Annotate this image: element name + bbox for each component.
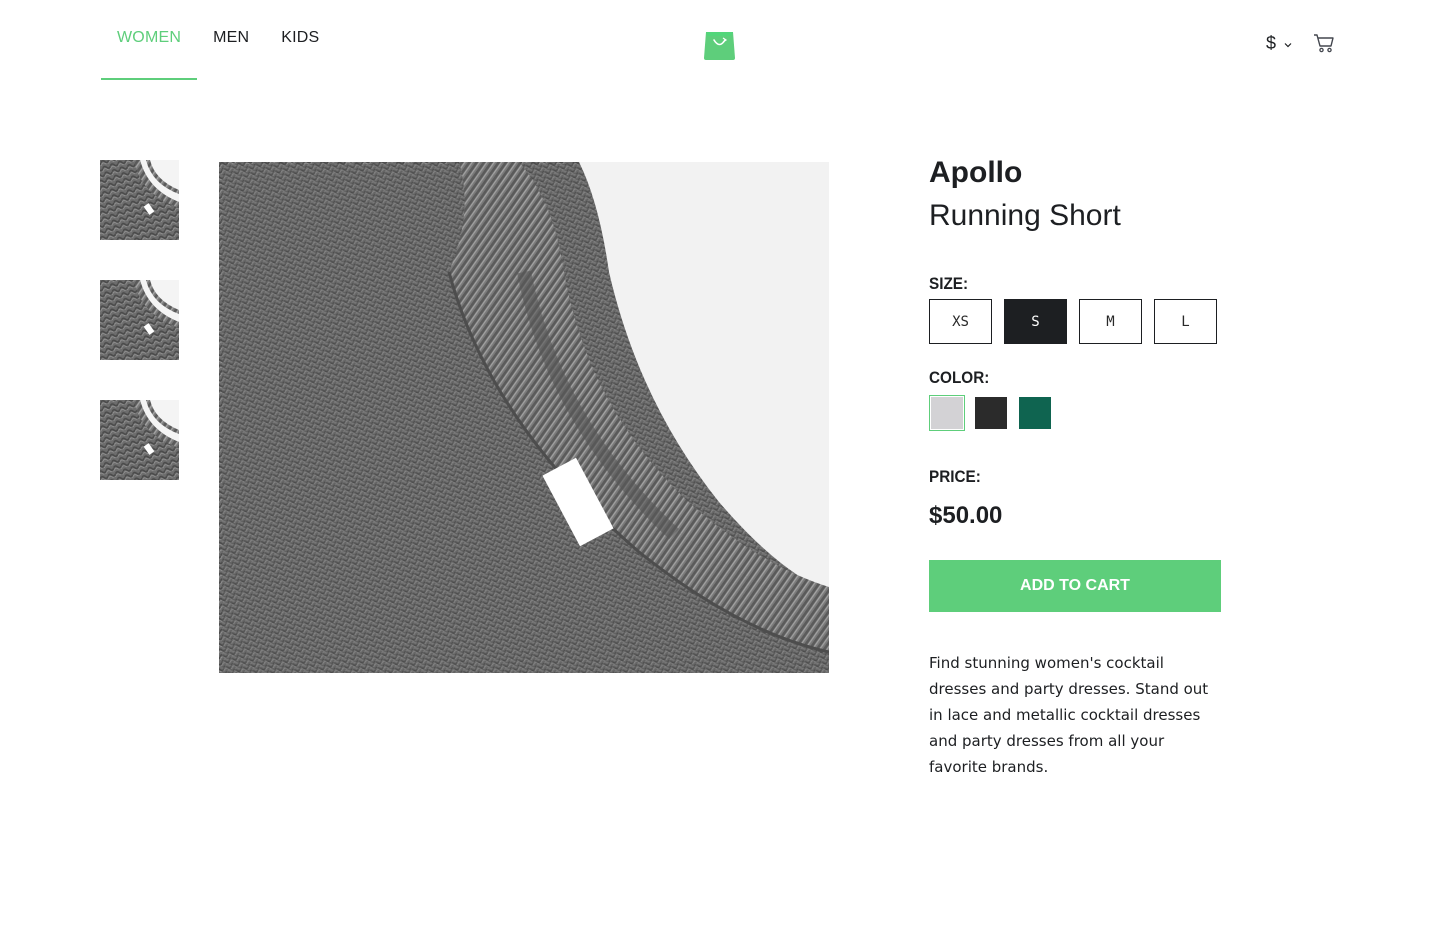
- nav-item-kids[interactable]: KIDS: [265, 0, 335, 80]
- color-swatch-fill: [931, 397, 963, 429]
- chevron-down-icon: [1284, 43, 1292, 48]
- header-actions: $: [1266, 31, 1335, 55]
- category-nav: WOMEN MEN KIDS: [101, 0, 335, 80]
- shopping-bag-icon[interactable]: [703, 27, 736, 60]
- product-description: Find stunning women's cocktail dresses a…: [929, 654, 1209, 776]
- add-to-cart-button[interactable]: ADD TO CART: [929, 560, 1221, 612]
- color-swatch-black[interactable]: [973, 395, 1009, 431]
- product-main-image: [219, 162, 829, 673]
- product-thumbnail[interactable]: [100, 280, 179, 360]
- color-swatch-fill: [1019, 397, 1051, 429]
- color-label: COLOR:: [929, 368, 990, 387]
- product-name: Running Short: [929, 199, 1121, 232]
- currency-symbol: $: [1266, 32, 1277, 53]
- product-price: $50.00: [929, 502, 1003, 529]
- size-option-m[interactable]: M: [1079, 299, 1142, 344]
- nav-item-men[interactable]: MEN: [197, 0, 265, 80]
- product-thumbnail[interactable]: [100, 400, 179, 480]
- cart-icon[interactable]: [1313, 32, 1335, 54]
- site-header: WOMEN MEN KIDS $: [0, 0, 1440, 80]
- size-options: XS S M L: [929, 299, 1229, 344]
- size-option-s[interactable]: S: [1004, 299, 1067, 344]
- product-info: Apollo Running Short SIZE: XS S M L COLO…: [929, 155, 1221, 776]
- color-swatch-fill: [975, 397, 1007, 429]
- size-option-xs[interactable]: XS: [929, 299, 992, 344]
- color-options: [929, 395, 1061, 431]
- currency-switcher[interactable]: $: [1266, 31, 1293, 55]
- size-option-l[interactable]: L: [1154, 299, 1217, 344]
- color-swatch-light-gray[interactable]: [929, 395, 965, 431]
- nav-item-women[interactable]: WOMEN: [101, 0, 198, 80]
- product-thumbnail[interactable]: [100, 160, 179, 240]
- color-swatch-green[interactable]: [1017, 395, 1053, 431]
- size-label: SIZE:: [929, 274, 969, 293]
- thumbnail-gallery: [100, 160, 179, 520]
- product-brand: Apollo: [929, 156, 1023, 189]
- price-label: PRICE:: [929, 467, 981, 486]
